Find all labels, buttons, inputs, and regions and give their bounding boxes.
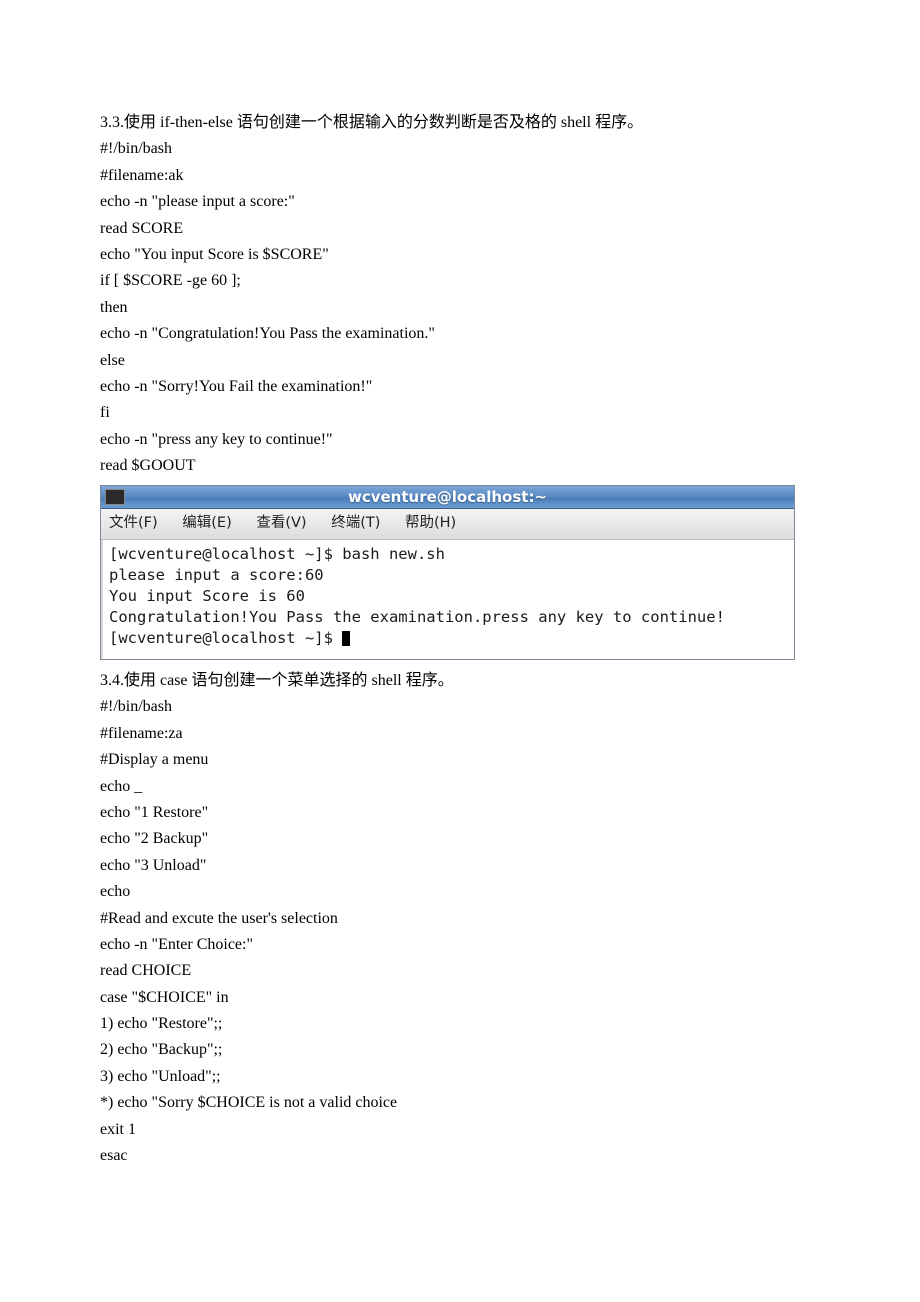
section-33-title: 3.3.使用 if-then-else 语句创建一个根据输入的分数判断是否及格的… xyxy=(100,110,820,136)
terminal-menubar: 文件(F) 编辑(E) 查看(V) 终端(T) 帮助(H) xyxy=(101,509,794,540)
cursor-icon xyxy=(342,631,350,646)
code-line: echo -n "please input a score:" xyxy=(100,189,820,215)
code-line: esac xyxy=(100,1143,820,1169)
code-line: echo "3 Unload" xyxy=(100,853,820,879)
document-page: 3.3.使用 if-then-else 语句创建一个根据输入的分数判断是否及格的… xyxy=(0,0,920,1229)
code-line: echo xyxy=(100,879,820,905)
code-line: #filename:ak xyxy=(100,163,820,189)
code-line: else xyxy=(100,348,820,374)
code-line: 1) echo "Restore";; xyxy=(100,1011,820,1037)
code-line: echo -n "Congratulation!You Pass the exa… xyxy=(100,321,820,347)
code-line: #filename:za xyxy=(100,721,820,747)
code-line: #Read and excute the user's selection xyxy=(100,906,820,932)
menu-edit[interactable]: 编辑(E) xyxy=(182,515,231,531)
section-34-title: 3.4.使用 case 语句创建一个菜单选择的 shell 程序。 xyxy=(100,668,820,694)
terminal-title: wcventure@localhost:~ xyxy=(101,485,794,510)
code-line: echo -n "Enter Choice:" xyxy=(100,932,820,958)
menu-terminal[interactable]: 终端(T) xyxy=(331,515,380,531)
terminal-line: please input a score:60 xyxy=(109,566,324,584)
code-line: fi xyxy=(100,400,820,426)
code-line: echo _ xyxy=(100,774,820,800)
menu-view[interactable]: 查看(V) xyxy=(256,515,306,531)
code-line: echo "You input Score is $SCORE" xyxy=(100,242,820,268)
terminal-window: wcventure@localhost:~ 文件(F) 编辑(E) 查看(V) … xyxy=(100,485,795,660)
code-line: echo "1 Restore" xyxy=(100,800,820,826)
code-line: echo -n "press any key to continue!" xyxy=(100,427,820,453)
terminal-line: [wcventure@localhost ~]$ bash new.sh xyxy=(109,545,445,563)
code-line: #!/bin/bash xyxy=(100,136,820,162)
code-line: echo -n "Sorry!You Fail the examination!… xyxy=(100,374,820,400)
menu-help[interactable]: 帮助(H) xyxy=(405,515,456,531)
code-line: read SCORE xyxy=(100,216,820,242)
code-line: read $GOOUT xyxy=(100,453,820,479)
terminal-line: You input Score is 60 xyxy=(109,587,305,605)
code-line: #!/bin/bash xyxy=(100,694,820,720)
terminal-line: [wcventure@localhost ~]$ xyxy=(109,629,342,647)
menu-file[interactable]: 文件(F) xyxy=(109,515,158,531)
terminal-body[interactable]: [wcventure@localhost ~]$ bash new.sh ple… xyxy=(101,540,794,659)
code-line: read CHOICE xyxy=(100,958,820,984)
code-line: 3) echo "Unload";; xyxy=(100,1064,820,1090)
code-line: then xyxy=(100,295,820,321)
code-line: exit 1 xyxy=(100,1117,820,1143)
terminal-line: Congratulation!You Pass the examination.… xyxy=(109,608,725,626)
code-line: *) echo "Sorry $CHOICE is not a valid ch… xyxy=(100,1090,820,1116)
code-line: #Display a menu xyxy=(100,747,820,773)
code-line: if [ $SCORE -ge 60 ]; xyxy=(100,268,820,294)
code-line: 2) echo "Backup";; xyxy=(100,1037,820,1063)
code-line: case "$CHOICE" in xyxy=(100,985,820,1011)
terminal-titlebar: wcventure@localhost:~ xyxy=(101,486,794,509)
terminal-icon xyxy=(105,489,125,505)
code-line: echo "2 Backup" xyxy=(100,826,820,852)
